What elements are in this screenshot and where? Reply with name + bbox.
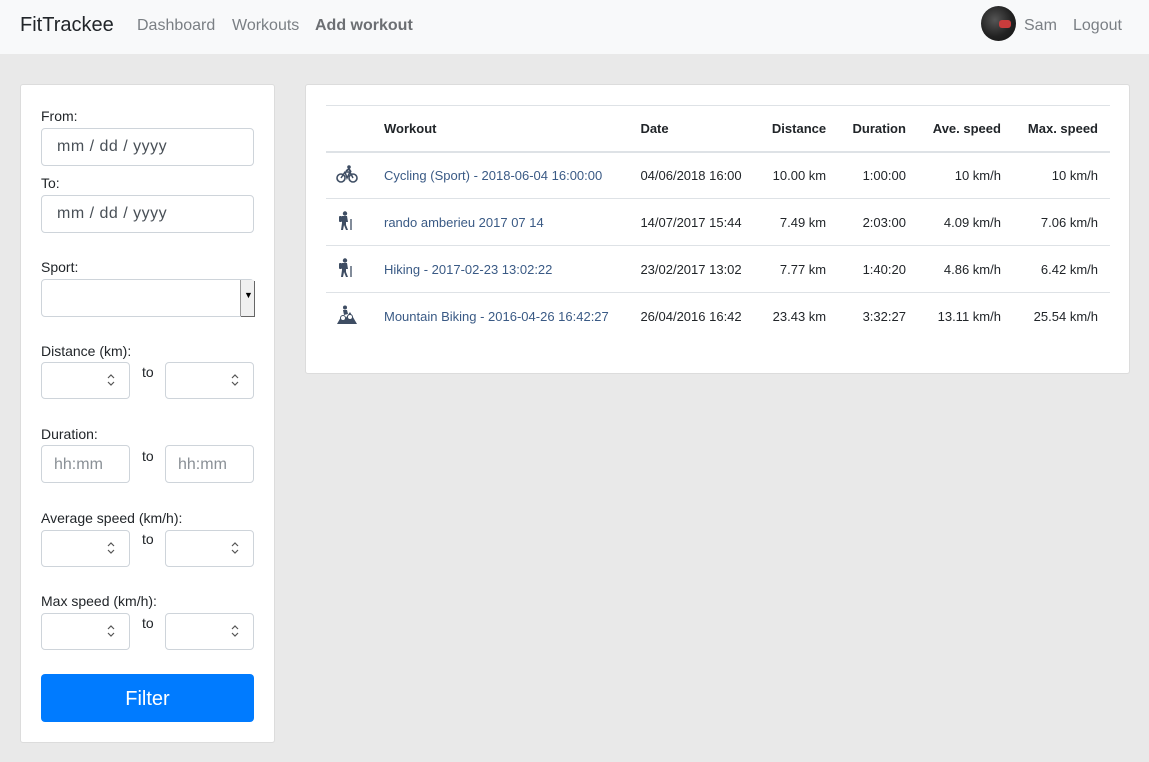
max-speed-label: Max speed (km/h): — [41, 593, 157, 609]
workouts-panel: Workout Date Distance Duration Ave. spee… — [305, 84, 1130, 374]
workout-duration: 3:32:27 — [862, 308, 906, 324]
spinner-icon[interactable] — [107, 622, 115, 640]
hiking-icon — [336, 210, 358, 234]
workout-max-speed: 25.54 km/h — [1033, 308, 1098, 324]
table-row[interactable]: Mountain Biking - 2016-04-26 16:42:27 26… — [326, 293, 1110, 340]
header-ave-speed[interactable]: Ave. speed — [917, 105, 1013, 153]
nav-workouts[interactable]: Workouts — [232, 17, 299, 35]
nav-logout[interactable]: Logout — [1073, 17, 1122, 35]
spinner-icon[interactable] — [231, 539, 239, 557]
ave-speed-label: Average speed (km/h): — [41, 510, 183, 526]
from-label: From: — [41, 108, 78, 124]
workout-date: 26/04/2016 16:42 — [640, 308, 742, 324]
workout-max-speed: 6.42 km/h — [1012, 245, 1110, 293]
to-date-input[interactable]: mm / dd / yyyy — [41, 195, 254, 233]
ave-speed-min-input[interactable] — [41, 530, 130, 567]
avatar[interactable] — [981, 6, 1016, 41]
workout-max-speed: 7.06 km/h — [1012, 198, 1110, 246]
workout-distance: 10.00 km — [757, 151, 839, 199]
table-header-row: Workout Date Distance Duration Ave. spee… — [326, 105, 1110, 153]
distance-min-input[interactable] — [41, 362, 130, 399]
workout-link[interactable]: Cycling (Sport) - 2018-06-04 16:00:00 — [384, 168, 602, 183]
navbar: FitTrackee Dashboard Workouts Add workou… — [0, 0, 1149, 54]
dropdown-arrow-icon[interactable]: ▼ — [240, 280, 254, 316]
distance-to-text: to — [142, 364, 154, 380]
distance-label: Distance (km): — [41, 343, 132, 359]
sport-label: Sport: — [41, 259, 79, 275]
nav-user[interactable]: Sam — [1024, 17, 1057, 35]
workout-distance: 7.77 km — [757, 245, 839, 293]
workout-duration: 1:40:20 — [838, 245, 918, 293]
workout-ave-speed: 10 km/h — [917, 151, 1013, 199]
table-row[interactable]: rando amberieu 2017 07 14 14/07/2017 15:… — [326, 198, 1110, 246]
nav-dashboard[interactable]: Dashboard — [137, 17, 215, 35]
duration-to-text: to — [142, 448, 154, 464]
mountain-biking-icon — [336, 305, 358, 328]
header-icon — [326, 105, 372, 153]
workout-duration: 2:03:00 — [838, 198, 918, 246]
table-row[interactable]: Cycling (Sport) - 2018-06-04 16:00:00 04… — [326, 151, 1110, 199]
workout-date: 04/06/2018 16:00 — [628, 151, 758, 199]
workout-link[interactable]: Mountain Biking - 2016-04-26 16:42:27 — [384, 309, 609, 324]
duration-max-input[interactable]: hh:mm — [165, 445, 254, 483]
spinner-icon[interactable] — [107, 539, 115, 557]
workout-link[interactable]: Hiking - 2017-02-23 13:02:22 — [384, 262, 552, 277]
max-speed-max-input[interactable] — [165, 613, 254, 650]
duration-min-input[interactable]: hh:mm — [41, 445, 130, 483]
workout-max-speed: 10 km/h — [1012, 151, 1110, 199]
workout-ave-speed: 4.09 km/h — [917, 198, 1013, 246]
ave-speed-to-text: to — [142, 531, 154, 547]
header-date[interactable]: Date — [628, 105, 758, 153]
filter-panel: From: mm / dd / yyyy To: mm / dd / yyyy … — [20, 84, 275, 743]
sport-select[interactable]: ▼ — [41, 279, 254, 317]
spinner-icon[interactable] — [231, 622, 239, 640]
workout-ave-speed: 4.86 km/h — [917, 245, 1013, 293]
workout-distance: 23.43 km — [772, 308, 827, 324]
workout-ave-speed: 13.11 km/h — [937, 308, 1001, 324]
header-distance[interactable]: Distance — [757, 105, 839, 153]
workout-date: 23/02/2017 13:02 — [628, 245, 758, 293]
hiking-icon — [336, 257, 358, 281]
to-label: To: — [41, 175, 60, 191]
workout-duration: 1:00:00 — [838, 151, 918, 199]
nav-add-workout[interactable]: Add workout — [315, 17, 413, 35]
spinner-icon[interactable] — [231, 371, 239, 389]
brand-logo[interactable]: FitTrackee — [20, 14, 114, 37]
workout-link[interactable]: rando amberieu 2017 07 14 — [384, 215, 544, 230]
filter-button[interactable]: Filter — [41, 674, 254, 722]
max-speed-min-input[interactable] — [41, 613, 130, 650]
cycling-icon — [336, 164, 358, 187]
table-row[interactable]: Hiking - 2017-02-23 13:02:22 23/02/2017 … — [326, 245, 1110, 293]
max-speed-to-text: to — [142, 615, 154, 631]
spinner-icon[interactable] — [107, 371, 115, 389]
distance-max-input[interactable] — [165, 362, 254, 399]
header-max-speed[interactable]: Max. speed — [1012, 105, 1110, 153]
workout-distance: 7.49 km — [757, 198, 839, 246]
header-workout[interactable]: Workout — [372, 105, 629, 153]
ave-speed-max-input[interactable] — [165, 530, 254, 567]
workout-date: 14/07/2017 15:44 — [628, 198, 758, 246]
from-date-input[interactable]: mm / dd / yyyy — [41, 128, 254, 166]
header-duration[interactable]: Duration — [838, 105, 918, 153]
duration-label: Duration: — [41, 426, 98, 442]
workouts-table: Workout Date Distance Duration Ave. spee… — [326, 105, 1110, 340]
